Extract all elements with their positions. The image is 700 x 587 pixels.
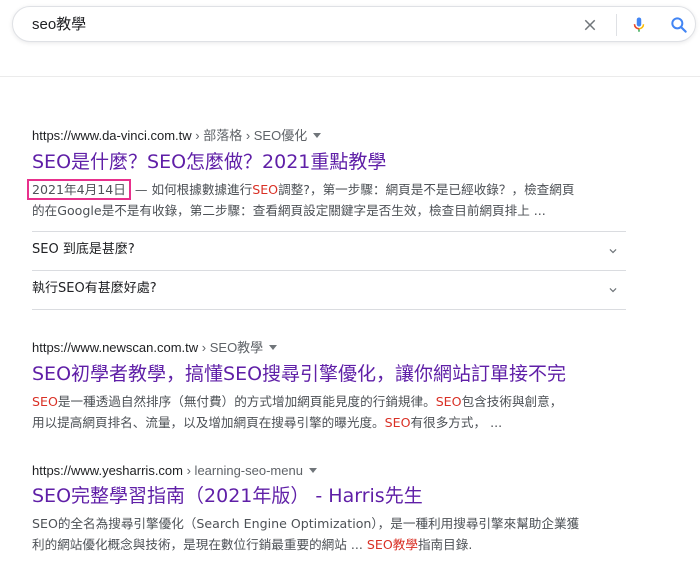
snippet-text: 調整?，第一步驟：網頁是不是已經收錄？，檢查網頁 xyxy=(278,182,575,197)
snippet-highlight: SEO xyxy=(252,182,279,197)
breadcrumb: › 部落格 › SEO優化 xyxy=(191,128,308,143)
result-snippet: SEO的全名為搜尋引擎優化（Search Engine Optimization… xyxy=(32,513,632,555)
result-url[interactable]: https://www.da-vinci.com.tw › 部落格 › SEO優… xyxy=(32,125,632,144)
snippet-text: 包含技術與創意， xyxy=(461,394,563,409)
result-title[interactable]: SEO是什麼？SEO怎麼做？2021重點教學 xyxy=(32,150,632,174)
result-url[interactable]: https://www.yesharris.com › learning-seo… xyxy=(32,463,632,478)
result-title[interactable]: SEO初學者教學，搞懂SEO搜尋引擎優化，讓你網站訂單接不完 xyxy=(32,362,632,386)
search-header xyxy=(0,0,700,77)
snippet-text: 是一種透過自然排序（無付費）的方式增加網頁能見度的行銷規律。 xyxy=(57,394,436,409)
search-icon[interactable] xyxy=(669,15,689,35)
snippet-highlight: SEO xyxy=(384,415,411,430)
result-snippet: 2021年4月14日 — 如何根據數據進行SEO調整?，第一步驟：網頁是不是已經… xyxy=(27,179,632,221)
snippet-text: 用以提高網頁排名、流量，以及增加網頁在搜尋引擎的曝光度。 xyxy=(32,415,385,430)
result-title[interactable]: SEO完整學習指南（2021年版） - Harris先生 xyxy=(32,484,632,508)
snippet-text: 的在Google是不是有收錄，第二步驟：查看網頁設定關鍵字是否生效，檢查目前網頁… xyxy=(32,203,546,218)
faq-item[interactable]: SEO 到底是甚麼? xyxy=(32,231,626,270)
url-text: https://www.newscan.com.tw xyxy=(32,340,199,355)
search-bar[interactable] xyxy=(12,6,696,42)
search-input[interactable] xyxy=(32,15,552,32)
snippet-highlight: SEO xyxy=(32,394,58,409)
snippet-highlight: SEO xyxy=(435,394,462,409)
chevron-down-icon[interactable] xyxy=(269,345,278,350)
result-snippet: SEO是一種透過自然排序（無付費）的方式增加網頁能見度的行銷規律。SEO包含技術… xyxy=(32,391,632,433)
divider xyxy=(32,309,626,310)
snippet-highlight: SEO教學 xyxy=(366,537,418,552)
breadcrumb: › learning-seo-menu xyxy=(183,463,303,478)
url-text: https://www.da-vinci.com.tw xyxy=(32,128,192,143)
faq-question: SEO 到底是甚麼? xyxy=(32,242,135,257)
faq-item[interactable]: 執行SEO有甚麼好處? xyxy=(32,270,626,309)
microphone-icon[interactable] xyxy=(630,15,648,35)
search-result: https://www.da-vinci.com.tw › 部落格 › SEO優… xyxy=(27,125,632,221)
divider xyxy=(616,14,617,36)
snippet-text: — 如何根據數據進行 xyxy=(130,182,253,197)
result-url[interactable]: https://www.newscan.com.tw › SEO教學 xyxy=(32,337,632,356)
chevron-down-icon[interactable] xyxy=(606,244,620,258)
faq-list: SEO 到底是甚麼? 執行SEO有甚麼好處? xyxy=(32,231,626,310)
search-result: https://www.newscan.com.tw › SEO教學 SEO初學… xyxy=(32,337,632,433)
faq-question: 執行SEO有甚麼好處? xyxy=(32,281,157,296)
chevron-down-icon[interactable] xyxy=(606,283,620,297)
url-text: https://www.yesharris.com xyxy=(32,463,183,478)
chevron-down-icon[interactable] xyxy=(308,468,317,473)
snippet-text: 有很多方式， ... xyxy=(410,415,503,430)
snippet-text: 指南目錄. xyxy=(417,537,473,552)
snippet-text: SEO的全名為搜尋引擎優化（Search Engine Optimization… xyxy=(32,516,580,531)
chevron-down-icon[interactable] xyxy=(313,133,322,138)
clear-icon[interactable] xyxy=(581,16,599,34)
search-result: https://www.yesharris.com › learning-seo… xyxy=(32,463,632,555)
date-label: 2021年4月14日 xyxy=(27,179,131,200)
snippet-text: 利的網站優化概念與技術，是現在數位行銷最重要的網站 ... xyxy=(32,537,367,552)
breadcrumb: › SEO教學 xyxy=(198,340,264,355)
